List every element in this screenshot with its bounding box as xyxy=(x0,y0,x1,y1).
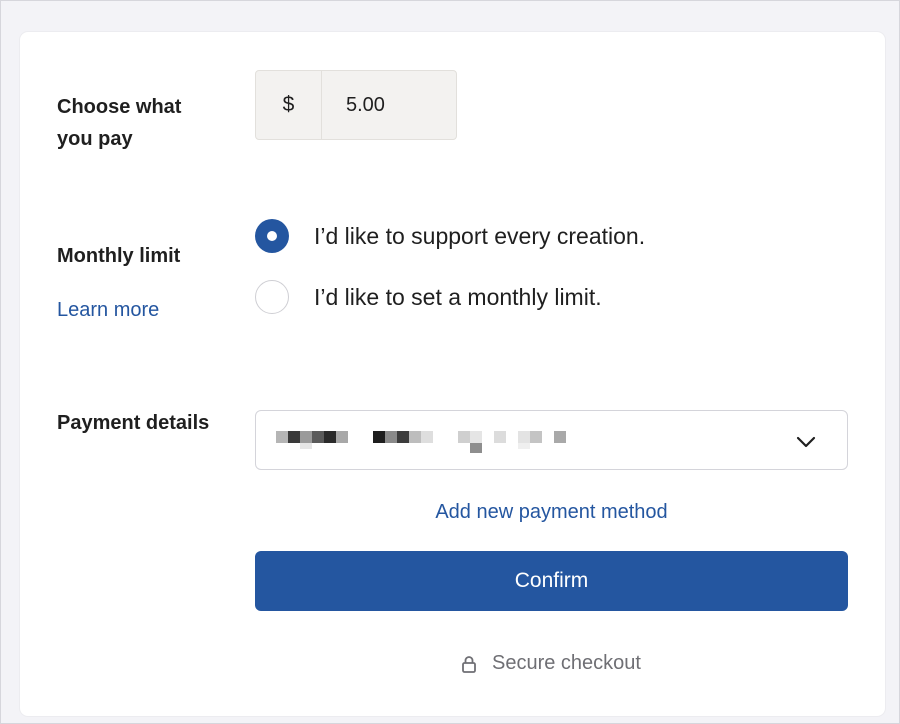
amount-field[interactable]: $ xyxy=(255,70,457,140)
radio-label: I’d like to support every creation. xyxy=(314,223,646,249)
secure-checkout-text: Secure checkout xyxy=(492,652,641,674)
window-frame: Choose what you pay $ Monthly limit Lear… xyxy=(0,0,900,724)
chevron-down-icon[interactable] xyxy=(795,431,817,453)
add-payment-method-link[interactable]: Add new payment method xyxy=(255,500,848,524)
payment-details-label: Payment details xyxy=(57,412,210,434)
confirm-button[interactable]: Confirm xyxy=(255,551,848,611)
monthly-limit-label: Monthly limit xyxy=(57,245,181,267)
redacted-payment-method xyxy=(276,431,596,457)
payment-method-select[interactable] xyxy=(255,410,848,470)
choose-amount-label: Choose what you pay xyxy=(57,96,182,150)
radio-support-every-creation[interactable]: I’d like to support every creation. xyxy=(255,219,645,253)
radio-unchecked-icon[interactable] xyxy=(255,280,289,314)
amount-input[interactable] xyxy=(322,71,456,139)
learn-more-link[interactable]: Learn more xyxy=(57,298,159,322)
checkout-card: Choose what you pay $ Monthly limit Lear… xyxy=(20,32,885,716)
radio-set-monthly-limit[interactable]: I’d like to set a monthly limit. xyxy=(255,280,602,314)
radio-checked-icon[interactable] xyxy=(255,219,289,253)
lock-icon xyxy=(462,655,476,673)
currency-symbol: $ xyxy=(256,71,322,139)
radio-label: I’d like to set a monthly limit. xyxy=(314,284,602,310)
secure-checkout: Secure checkout xyxy=(255,652,848,675)
